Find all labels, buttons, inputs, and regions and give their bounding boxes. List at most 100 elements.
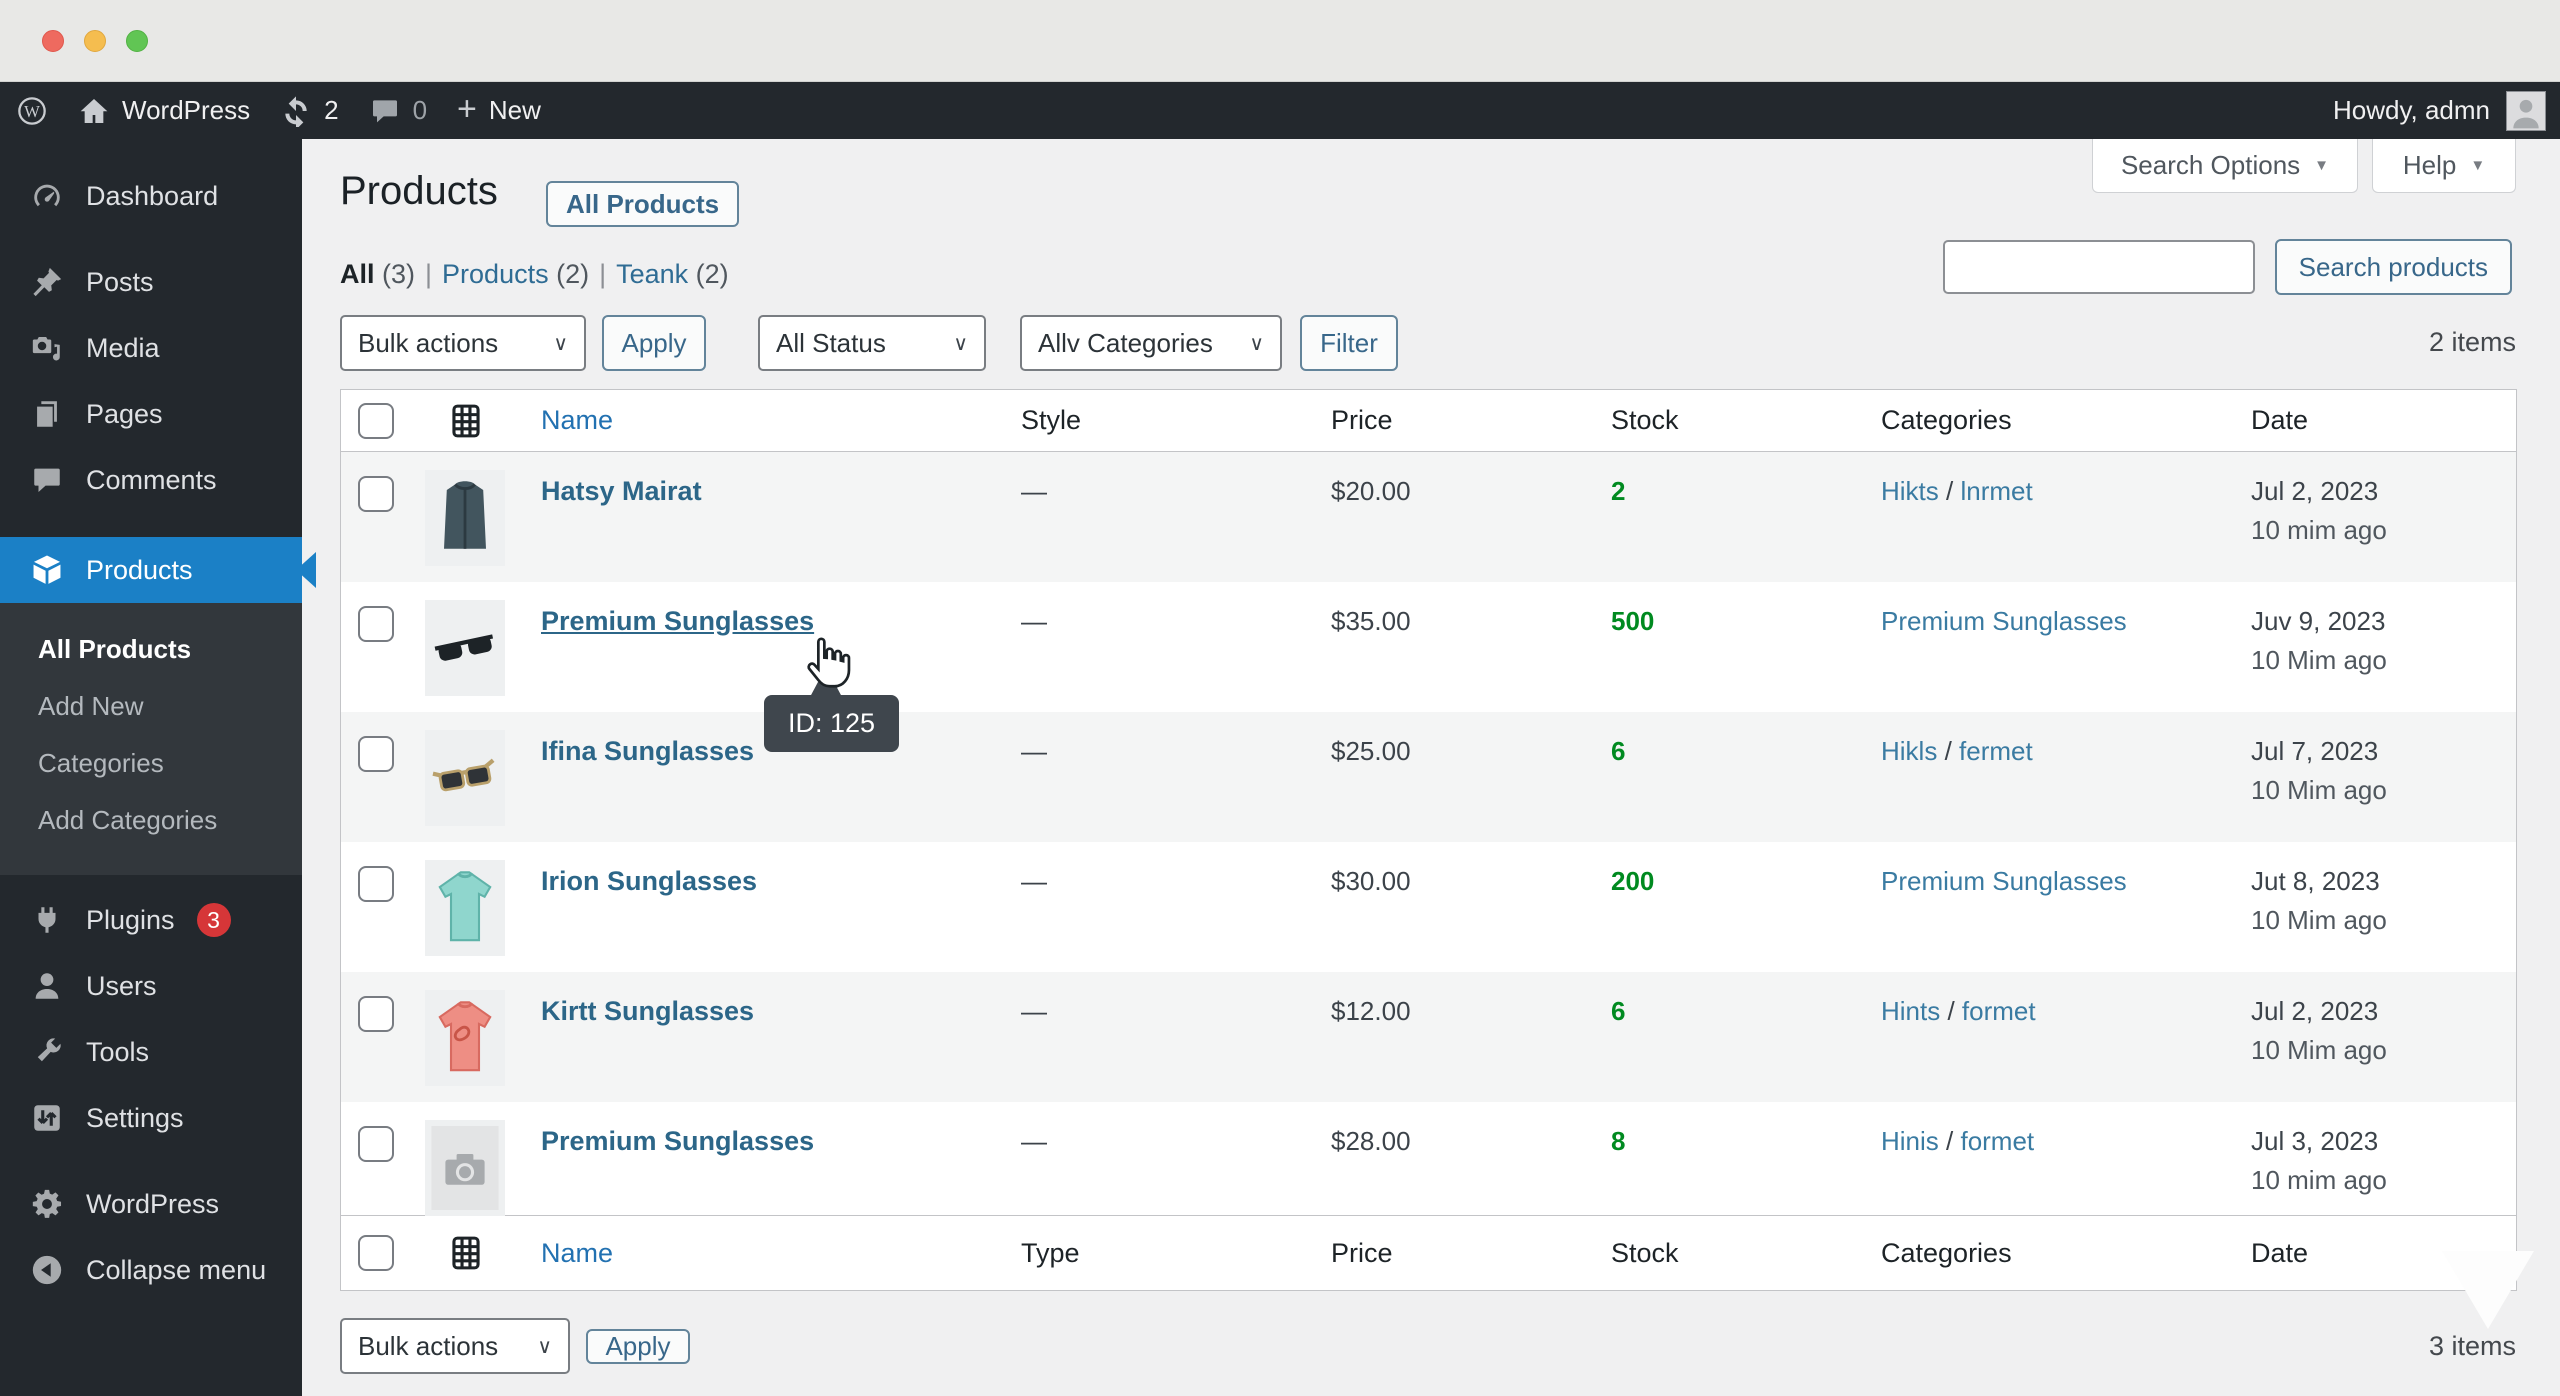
category-link[interactable]: Hinis xyxy=(1881,1126,1939,1156)
status-select[interactable]: All Status ∨ xyxy=(758,315,986,371)
bulk-actions-select-bottom[interactable]: Bulk actions ∨ xyxy=(340,1318,570,1374)
sidebar-item-users[interactable]: Users xyxy=(0,953,302,1019)
submenu-item-categories[interactable]: Categories xyxy=(0,735,260,792)
row-checkbox[interactable] xyxy=(358,476,394,512)
filter-link-products[interactable]: Products (2) xyxy=(442,259,589,289)
howdy-text[interactable]: Howdy, admn xyxy=(2333,95,2490,126)
product-name-link[interactable]: Irion Sunglasses xyxy=(541,866,757,896)
date-cell: Jut 8, 2023 10 Mim ago xyxy=(2231,842,2516,972)
sidebar-item-comments[interactable]: Comments xyxy=(0,447,302,513)
updates-menu[interactable]: 2 xyxy=(280,95,339,130)
site-name-menu[interactable]: WordPress xyxy=(78,95,250,127)
product-name-link[interactable]: Hatsy Mairat xyxy=(541,476,702,506)
price-cell: $30.00 xyxy=(1331,866,1411,896)
product-thumbnail[interactable] xyxy=(425,600,505,696)
sidebar-item-collapse-menu[interactable]: Collapse menu xyxy=(0,1237,302,1303)
user-avatar[interactable] xyxy=(2506,90,2546,131)
sidebar-item-posts[interactable]: Posts xyxy=(0,249,302,315)
help-tab[interactable]: Help ▼ xyxy=(2372,139,2516,193)
product-row: Premium Sunglasses — $28.00 8 Hinis / formet… xyxy=(341,1102,2516,1216)
product-row: Premium Sunglasses — $35.00 500 Premium Sung… xyxy=(341,582,2516,712)
filter-separator: | xyxy=(425,259,433,289)
category-link[interactable]: formet xyxy=(1962,996,2036,1026)
row-checkbox[interactable] xyxy=(358,736,394,772)
stock-value: 200 xyxy=(1611,866,1655,896)
sidebar-item-label: Settings xyxy=(86,1102,184,1133)
close-window-button[interactable] xyxy=(42,29,64,52)
select-all-checkbox[interactable] xyxy=(358,402,394,439)
all-products-button[interactable]: All Products xyxy=(546,181,740,227)
row-checkbox[interactable] xyxy=(358,866,394,902)
submenu-item-add-categories[interactable]: Add Categories xyxy=(0,792,260,849)
category-separator: / xyxy=(1938,1126,1961,1156)
sidebar-item-products[interactable]: Products xyxy=(0,537,302,603)
categories-cell: Hikts / lnrmet xyxy=(1861,452,2231,582)
minimize-window-button[interactable] xyxy=(84,29,106,52)
maximize-window-button[interactable] xyxy=(126,29,148,52)
sidebar-item-plugins[interactable]: Plugins 3 xyxy=(0,887,302,953)
items-count-top: 2 items xyxy=(2428,327,2516,357)
select-all-checkbox[interactable] xyxy=(358,1235,394,1271)
column-header-name[interactable]: Name xyxy=(521,390,1001,451)
sidebar-item-tools[interactable]: Tools xyxy=(0,1019,302,1085)
apply-button-bottom[interactable]: Apply xyxy=(586,1328,690,1364)
product-name-link[interactable]: Premium Sunglasses xyxy=(541,606,814,636)
new-label: New xyxy=(488,95,541,125)
product-thumbnail[interactable] xyxy=(425,990,505,1086)
category-link[interactable]: Premium Sunglasses xyxy=(1881,606,2127,636)
table-grid-icon[interactable] xyxy=(449,402,483,440)
sidebar-item-media[interactable]: Media xyxy=(0,315,302,381)
category-link[interactable]: Hints xyxy=(1881,996,1940,1026)
column-header-name[interactable]: Name xyxy=(521,1216,1001,1290)
date-cell: Juv 9, 2023 10 Mim ago xyxy=(2231,582,2516,712)
submenu-item-add-new[interactable]: Add New xyxy=(0,678,260,735)
filter-button[interactable]: Filter xyxy=(1300,315,1398,371)
filter-link-all[interactable]: All (3) xyxy=(340,259,415,289)
search-products-button[interactable]: Search products xyxy=(2274,239,2512,295)
sidebar-item-settings[interactable]: Settings xyxy=(0,1085,302,1151)
sidebar-item-dashboard[interactable]: Dashboard xyxy=(0,163,302,229)
category-link[interactable]: formet xyxy=(1960,1126,2034,1156)
search-input[interactable] xyxy=(1942,240,2255,294)
category-link[interactable]: Hikts xyxy=(1881,476,1939,506)
sidebar-item-wordpress[interactable]: WordPress xyxy=(0,1171,302,1237)
wordpress-logo-icon[interactable]: W xyxy=(16,95,48,127)
stock-value: 6 xyxy=(1611,736,1626,766)
bulk-actions-label: Bulk actions xyxy=(358,327,499,358)
product-thumbnail[interactable] xyxy=(425,730,505,826)
comments-menu[interactable]: 0 xyxy=(369,95,427,127)
search-options-tab[interactable]: Search Options ▼ xyxy=(2092,139,2358,193)
product-thumbnail[interactable] xyxy=(425,1120,505,1216)
product-thumbnail[interactable] xyxy=(425,860,505,956)
date-published: Jul 2, 2023 xyxy=(2251,996,2379,1026)
product-thumbnail[interactable] xyxy=(425,470,505,566)
submenu-item-all-products[interactable]: All Products xyxy=(0,621,260,678)
product-name-link[interactable]: Ifina Sunglasses xyxy=(541,736,754,766)
row-checkbox[interactable] xyxy=(358,606,394,642)
date-relative: 10 mim ago xyxy=(2251,1165,2387,1195)
date-published: Jut 8, 2023 xyxy=(2251,866,2380,896)
chevron-down-icon: ∨ xyxy=(953,332,968,355)
table-grid-icon[interactable] xyxy=(449,1234,483,1272)
category-link[interactable]: Premium Sunglasses xyxy=(1881,866,2127,896)
filter-link-teank[interactable]: Teank (2) xyxy=(616,259,729,289)
row-checkbox[interactable] xyxy=(358,996,394,1032)
status-filter-links: All (3) | Products (2) | Teank (2) xyxy=(340,259,729,290)
apply-button[interactable]: Apply xyxy=(602,315,706,371)
category-select[interactable]: Allv Categories ∨ xyxy=(1020,315,1282,371)
filter-separator: | xyxy=(599,259,607,289)
price-cell: $35.00 xyxy=(1331,606,1411,636)
new-content-menu[interactable]: + New xyxy=(457,92,541,126)
category-link[interactable]: Hikls xyxy=(1881,736,1937,766)
bulk-actions-select[interactable]: Bulk actions ∨ xyxy=(340,315,586,371)
product-name-link[interactable]: Kirtt Sunglasses xyxy=(541,996,754,1026)
gear-icon xyxy=(30,1187,64,1221)
category-link[interactable]: fermet xyxy=(1959,736,2033,766)
filter-count: (3) xyxy=(374,259,416,289)
comment-bubble-icon xyxy=(369,95,401,127)
sidebar-item-pages[interactable]: Pages xyxy=(0,381,302,447)
row-checkbox[interactable] xyxy=(358,1126,394,1162)
product-name-link[interactable]: Premium Sunglasses xyxy=(541,1126,814,1156)
category-link[interactable]: lnrmet xyxy=(1960,476,2032,506)
hand-cursor-icon xyxy=(798,633,860,695)
